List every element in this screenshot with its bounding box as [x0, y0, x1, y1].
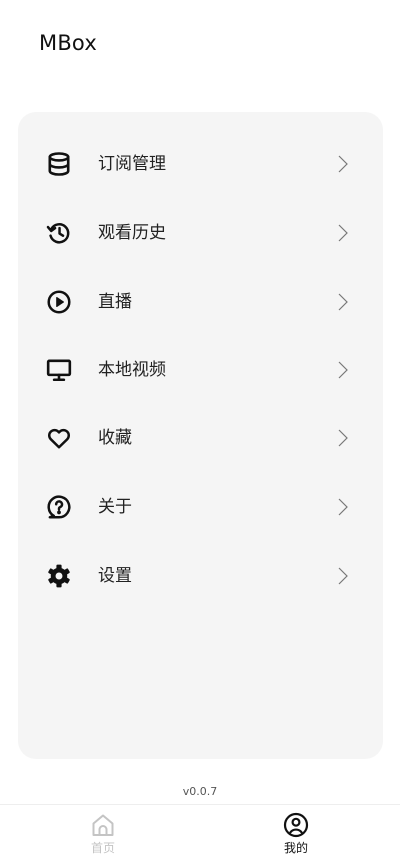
chevron-right-icon — [336, 291, 350, 313]
menu-item-label: 关于 — [98, 497, 132, 517]
menu-item-settings[interactable]: 设置 — [18, 556, 383, 596]
user-circle-icon — [282, 811, 310, 839]
menu-item-live[interactable]: 直播 — [18, 282, 383, 322]
menu-item-label: 直播 — [98, 292, 132, 312]
monitor-icon — [46, 357, 72, 383]
history-icon — [46, 220, 72, 246]
chevron-right-icon — [336, 153, 350, 175]
menu-item-label: 收藏 — [98, 428, 132, 448]
tab-home[interactable]: 首页 — [63, 811, 143, 861]
menu-card: 订阅管理 观看历史 直播 本地视频 收藏 关于 设置 — [18, 112, 383, 759]
menu-item-label: 设置 — [98, 566, 132, 586]
play-circle-icon — [46, 289, 72, 315]
tab-mine[interactable]: 我的 — [256, 811, 336, 861]
menu-item-local-videos[interactable]: 本地视频 — [18, 350, 383, 390]
menu-item-label: 订阅管理 — [98, 154, 166, 174]
home-icon — [89, 811, 117, 839]
chevron-right-icon — [336, 222, 350, 244]
app-title: MBox — [39, 31, 97, 55]
chevron-right-icon — [336, 496, 350, 518]
menu-item-favorites[interactable]: 收藏 — [18, 418, 383, 458]
menu-item-label: 观看历史 — [98, 223, 166, 243]
heart-icon — [46, 425, 72, 451]
tab-mine-label: 我的 — [283, 841, 308, 855]
database-icon — [46, 151, 72, 177]
menu-item-label: 本地视频 — [98, 360, 166, 380]
chevron-right-icon — [336, 359, 350, 381]
chevron-right-icon — [336, 565, 350, 587]
version-label: v0.0.7 — [182, 785, 218, 798]
bottom-nav: 首页 我的 — [0, 804, 400, 861]
menu-item-subscriptions[interactable]: 订阅管理 — [18, 144, 383, 184]
menu-item-history[interactable]: 观看历史 — [18, 213, 383, 253]
chevron-right-icon — [336, 427, 350, 449]
menu-item-about[interactable]: 关于 — [18, 487, 383, 527]
tab-home-label: 首页 — [90, 841, 115, 855]
help-circle-icon — [46, 494, 72, 520]
gear-icon — [46, 563, 72, 589]
